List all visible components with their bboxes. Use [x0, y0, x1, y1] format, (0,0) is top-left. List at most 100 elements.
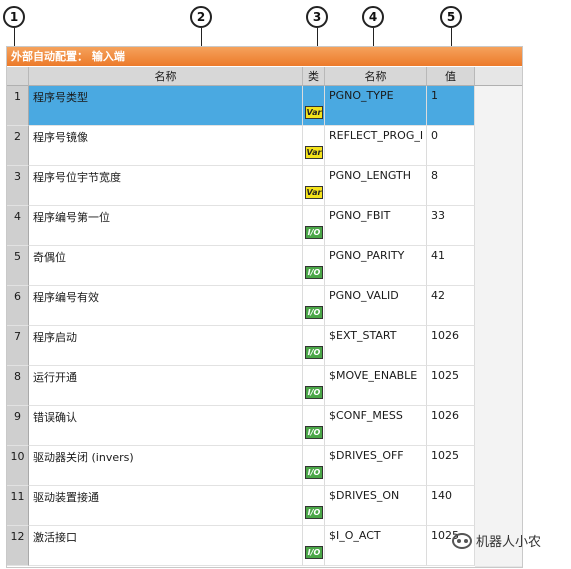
watermark-text: 机器人小农 [476, 535, 542, 550]
io-type-icon: I/O [305, 346, 323, 359]
row-value[interactable]: 0 [427, 126, 475, 166]
row-name[interactable]: 程序启动 [29, 326, 303, 366]
row-variable[interactable]: $I_O_ACT [325, 526, 427, 566]
row-name[interactable]: 驱动器关闭 (invers) [29, 446, 303, 486]
row-variable[interactable]: $DRIVES_ON [325, 486, 427, 526]
row-type: I/O [303, 406, 325, 446]
wechat-logo-icon [452, 532, 472, 549]
row-name[interactable]: 激活接口 [29, 526, 303, 566]
callout-2: 2 [190, 6, 212, 28]
row-variable[interactable]: PGNO_TYPE [325, 86, 427, 126]
table-row[interactable]: 2 程序号镜像 Var REFLECT_PROG_I 0 [7, 126, 522, 167]
row-name[interactable]: 程序编号第一位 [29, 206, 303, 246]
row-variable[interactable]: PGNO_VALID [325, 286, 427, 326]
row-variable[interactable]: $CONF_MESS [325, 406, 427, 446]
row-filler [475, 166, 522, 207]
row-type: Var [303, 166, 325, 206]
row-type: I/O [303, 246, 325, 286]
row-number: 5 [7, 246, 29, 286]
table-row[interactable]: 1 程序号类型 Var PGNO_TYPE 1 [7, 86, 522, 127]
table-row[interactable]: 10 驱动器关闭 (invers) I/O $DRIVES_OFF 1025 [7, 446, 522, 487]
header-name[interactable]: 名称 [29, 67, 303, 86]
table-row[interactable]: 11 驱动装置接通 I/O $DRIVES_ON 140 [7, 486, 522, 527]
row-value[interactable]: 42 [427, 286, 475, 326]
table-row[interactable]: 5 奇偶位 I/O PGNO_PARITY 41 [7, 246, 522, 287]
row-value[interactable]: 33 [427, 206, 475, 246]
table-row[interactable]: 6 程序编号有效 I/O PGNO_VALID 42 [7, 286, 522, 327]
row-number: 11 [7, 486, 29, 526]
row-variable[interactable]: REFLECT_PROG_I [325, 126, 427, 166]
row-name[interactable]: 程序号镜像 [29, 126, 303, 166]
row-name[interactable]: 错误确认 [29, 406, 303, 446]
row-variable[interactable]: PGNO_PARITY [325, 246, 427, 286]
panel-title: 外部自动配置： 输入端 [7, 47, 522, 66]
io-type-icon: I/O [305, 266, 323, 279]
row-filler [475, 86, 522, 127]
row-value[interactable]: 41 [427, 246, 475, 286]
row-type: I/O [303, 366, 325, 406]
row-number: 12 [7, 526, 29, 566]
header-rownum [7, 67, 29, 86]
var-type-icon: Var [305, 146, 323, 159]
row-filler [475, 486, 522, 527]
row-variable[interactable]: $DRIVES_OFF [325, 446, 427, 486]
row-variable[interactable]: $EXT_START [325, 326, 427, 366]
watermark: 机器人小农 [452, 531, 541, 550]
row-variable[interactable]: PGNO_FBIT [325, 206, 427, 246]
header-variable[interactable]: 名称 [325, 67, 427, 86]
header-value[interactable]: 值 [427, 67, 475, 86]
row-name[interactable]: 程序号位宇节宽度 [29, 166, 303, 206]
callout-4: 4 [362, 6, 384, 28]
callout-5: 5 [440, 6, 462, 28]
row-number: 3 [7, 166, 29, 206]
table-row[interactable]: 8 运行开通 I/O $MOVE_ENABLE 1025 [7, 366, 522, 407]
var-type-icon: Var [305, 106, 323, 119]
row-name[interactable]: 奇偶位 [29, 246, 303, 286]
row-type: I/O [303, 526, 325, 566]
io-type-icon: I/O [305, 426, 323, 439]
io-type-icon: I/O [305, 306, 323, 319]
row-number: 9 [7, 406, 29, 446]
row-filler [475, 446, 522, 487]
row-variable[interactable]: PGNO_LENGTH [325, 166, 427, 206]
row-value[interactable]: 1025 [427, 446, 475, 486]
row-number: 7 [7, 326, 29, 366]
row-value[interactable]: 8 [427, 166, 475, 206]
io-type-icon: I/O [305, 226, 323, 239]
table-row[interactable]: 7 程序启动 I/O $EXT_START 1026 [7, 326, 522, 367]
callout-1: 1 [3, 6, 25, 28]
io-type-icon: I/O [305, 546, 323, 559]
row-filler [475, 366, 522, 407]
row-name[interactable]: 运行开通 [29, 366, 303, 406]
header-type[interactable]: 类 [303, 67, 325, 86]
row-value[interactable]: 1026 [427, 406, 475, 446]
row-variable[interactable]: $MOVE_ENABLE [325, 366, 427, 406]
row-filler [475, 286, 522, 327]
row-value[interactable]: 140 [427, 486, 475, 526]
row-type: I/O [303, 326, 325, 366]
row-number: 1 [7, 86, 29, 126]
row-name[interactable]: 程序编号有效 [29, 286, 303, 326]
row-number: 8 [7, 366, 29, 406]
table-row[interactable]: 4 程序编号第一位 I/O PGNO_FBIT 33 [7, 206, 522, 247]
row-value[interactable]: 1 [427, 86, 475, 126]
row-name[interactable]: 程序号类型 [29, 86, 303, 126]
config-panel: 外部自动配置： 输入端 名称 类 名称 值 1 程序号类型 Var PGNO_TYPE… [6, 46, 523, 568]
table-row[interactable]: 12 激活接口 I/O $I_O_ACT 1025 [7, 526, 522, 567]
io-type-icon: I/O [305, 466, 323, 479]
row-filler [475, 406, 522, 447]
row-number: 10 [7, 446, 29, 486]
var-type-icon: Var [305, 186, 323, 199]
row-type: I/O [303, 446, 325, 486]
row-value[interactable]: 1025 [427, 366, 475, 406]
io-type-icon: I/O [305, 386, 323, 399]
row-type: I/O [303, 486, 325, 526]
table-row[interactable]: 9 错误确认 I/O $CONF_MESS 1026 [7, 406, 522, 447]
row-value[interactable]: 1026 [427, 326, 475, 366]
table-row[interactable]: 3 程序号位宇节宽度 Var PGNO_LENGTH 8 [7, 166, 522, 207]
row-name[interactable]: 驱动装置接通 [29, 486, 303, 526]
row-type: I/O [303, 206, 325, 246]
callout-3: 3 [306, 6, 328, 28]
io-type-icon: I/O [305, 506, 323, 519]
row-number: 4 [7, 206, 29, 246]
